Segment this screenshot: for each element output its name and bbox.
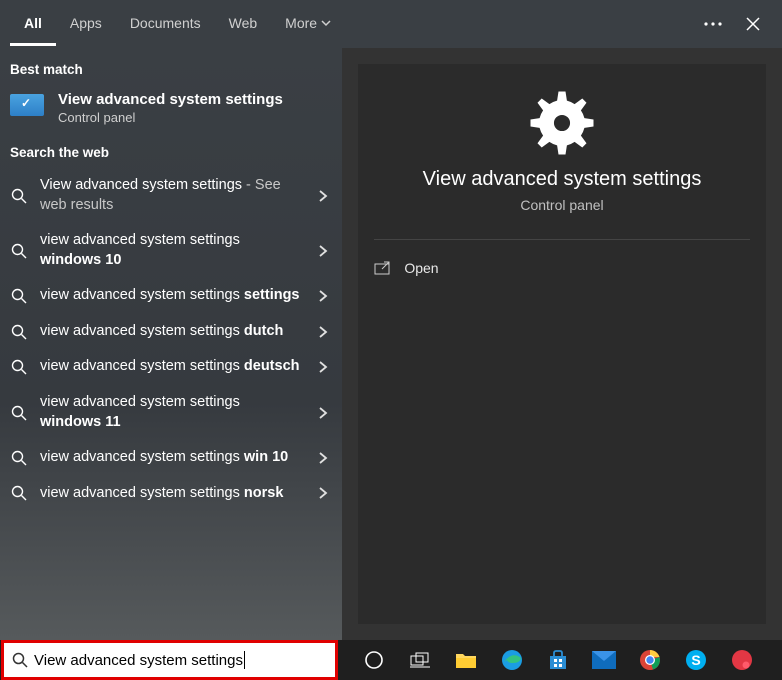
more-options-icon[interactable] [692,14,734,34]
search-icon [12,652,28,668]
tab-apps[interactable]: Apps [56,3,116,46]
best-match-title: View advanced system settings [58,91,283,108]
web-result-text: view advanced system settings norsk [40,484,332,504]
edge-icon[interactable] [498,646,526,674]
taskbar: View advanced system settings S [0,640,782,680]
web-result[interactable]: view advanced system settings windows 10 [0,223,342,278]
chevron-right-icon[interactable] [318,406,328,420]
web-result-text: View advanced system settings - See web … [40,176,332,215]
web-result-text: view advanced system settings dutch [40,322,332,342]
search-tab-bar: All Apps Documents Web More [0,0,782,48]
search-icon [10,288,28,304]
web-result[interactable]: view advanced system settings deutsch [0,349,342,385]
best-match-result[interactable]: View advanced system settings Control pa… [0,85,342,131]
open-icon [374,261,390,275]
taskbar-icons: S [338,646,782,674]
chevron-right-icon[interactable] [318,360,328,374]
open-label: Open [404,260,438,276]
search-input[interactable]: View advanced system settings [1,640,338,680]
cortana-icon[interactable] [360,646,388,674]
web-result[interactable]: view advanced system settings win 10 [0,440,342,476]
web-result-text: view advanced system settings windows 11 [40,393,332,432]
best-match-header: Best match [0,48,342,85]
preview-inner: View advanced system settings Control pa… [358,64,766,624]
control-panel-icon [10,94,46,122]
tab-web[interactable]: Web [215,3,272,46]
chevron-down-icon [321,18,331,28]
preview-actions: Open [374,256,749,280]
tab-more[interactable]: More [271,3,345,46]
open-action[interactable]: Open [374,256,749,280]
search-icon [10,243,28,259]
chevron-right-icon[interactable] [318,451,328,465]
best-match-text: View advanced system settings Control pa… [58,91,283,125]
tab-documents[interactable]: Documents [116,3,215,46]
preview-divider [374,239,749,240]
search-icon [10,188,28,204]
preview-panel: View advanced system settings Control pa… [342,48,782,640]
best-match-subtitle: Control panel [58,110,283,125]
task-view-icon[interactable] [406,646,434,674]
chevron-right-icon[interactable] [318,189,328,203]
web-result[interactable]: View advanced system settings - See web … [0,168,342,223]
search-icon [10,324,28,340]
search-icon [10,405,28,421]
search-icon [10,359,28,375]
search-icon [10,485,28,501]
web-result-text: view advanced system settings windows 10 [40,231,332,270]
web-result[interactable]: view advanced system settings settings [0,278,342,314]
store-icon[interactable] [544,646,572,674]
app-icon[interactable] [728,646,756,674]
gear-icon [527,88,597,158]
web-result-text: view advanced system settings settings [40,286,332,306]
web-result-text: view advanced system settings win 10 [40,448,332,468]
preview-title: View advanced system settings [423,168,702,191]
chevron-right-icon[interactable] [318,244,328,258]
search-web-header: Search the web [0,131,342,168]
file-explorer-icon[interactable] [452,646,480,674]
search-value: View advanced system settings [34,652,243,669]
chevron-right-icon[interactable] [318,486,328,500]
skype-icon[interactable]: S [682,646,710,674]
chrome-icon[interactable] [636,646,664,674]
search-results-main: Best match View advanced system settings… [0,48,782,640]
close-icon[interactable] [734,9,772,39]
web-result-text: view advanced system settings deutsch [40,357,332,377]
web-result[interactable]: view advanced system settings windows 11 [0,385,342,440]
search-icon [10,450,28,466]
tab-all[interactable]: All [10,3,56,46]
web-result[interactable]: view advanced system settings dutch [0,314,342,350]
results-left-panel: Best match View advanced system settings… [0,48,342,640]
svg-text:S: S [691,652,700,668]
mail-icon[interactable] [590,646,618,674]
tab-more-label: More [285,15,317,31]
text-cursor [244,651,245,669]
web-result[interactable]: view advanced system settings norsk [0,476,342,512]
chevron-right-icon[interactable] [318,325,328,339]
preview-subtitle: Control panel [520,197,603,213]
chevron-right-icon[interactable] [318,289,328,303]
